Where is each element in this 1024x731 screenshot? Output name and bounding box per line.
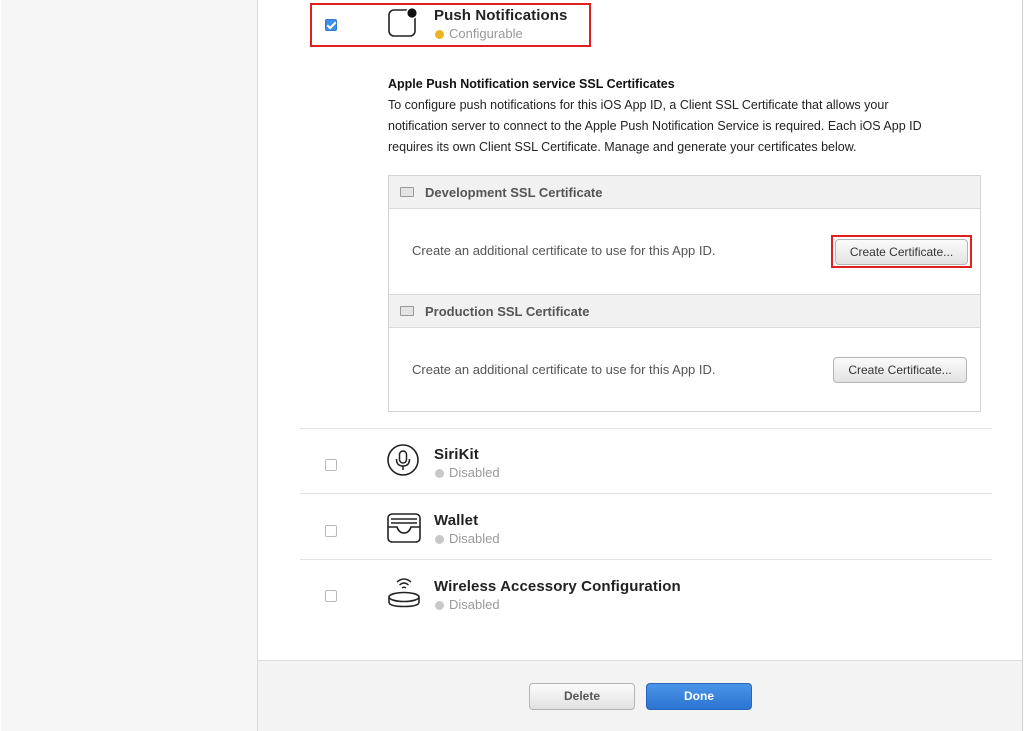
- footer-bar: Delete Done: [258, 660, 1022, 731]
- delete-button[interactable]: Delete: [529, 683, 635, 710]
- sidebar: [1, 0, 258, 731]
- certificate-icon: [400, 187, 414, 197]
- done-button[interactable]: Done: [646, 683, 752, 710]
- create-production-certificate-button[interactable]: Create Certificate...: [833, 357, 967, 383]
- push-notifications-checkbox[interactable]: [325, 19, 337, 31]
- microphone-icon: [387, 444, 419, 476]
- push-notifications-status: Configurable: [435, 26, 523, 41]
- push-notifications-icon: [388, 7, 418, 37]
- create-development-certificate-button[interactable]: Create Certificate...: [835, 239, 968, 265]
- sirikit-checkbox[interactable]: [325, 459, 337, 471]
- row-divider: [300, 428, 992, 429]
- wallet-status-label: Disabled: [449, 531, 500, 546]
- wireless-accessory-icon: [388, 578, 420, 608]
- row-divider: [300, 559, 992, 560]
- disabled-status-dot: [435, 601, 444, 610]
- apns-certificates-description: To configure push notifications for this…: [388, 98, 922, 154]
- development-certificate-text: Create an additional certificate to use …: [412, 243, 716, 258]
- disabled-status-dot: [435, 469, 444, 478]
- wallet-icon: [387, 513, 421, 543]
- configurable-status-dot: [435, 30, 444, 39]
- push-notifications-name: Push Notifications: [434, 7, 568, 24]
- sirikit-status: Disabled: [435, 465, 500, 480]
- wireless-status-label: Disabled: [449, 597, 500, 612]
- push-status-label: Configurable: [449, 26, 523, 41]
- ssl-certificates-panel: Development SSL Certificate Create an ad…: [388, 175, 981, 412]
- wireless-accessory-name: Wireless Accessory Configuration: [434, 578, 681, 595]
- development-certificate-header: Development SSL Certificate: [389, 176, 980, 209]
- production-certificate-header: Production SSL Certificate: [389, 294, 980, 328]
- wallet-status: Disabled: [435, 531, 500, 546]
- apns-certificates-title: Apple Push Notification service SSL Cert…: [388, 77, 675, 91]
- sirikit-status-label: Disabled: [449, 465, 500, 480]
- wireless-accessory-status: Disabled: [435, 597, 500, 612]
- wireless-accessory-checkbox[interactable]: [325, 590, 337, 602]
- development-certificate-title: Development SSL Certificate: [425, 185, 603, 200]
- disabled-status-dot: [435, 535, 444, 544]
- main-content: Push Notifications Configurable Apple Pu…: [258, 0, 1022, 660]
- production-certificate-text: Create an additional certificate to use …: [412, 362, 716, 377]
- certificate-icon: [400, 306, 414, 316]
- row-divider: [300, 493, 992, 494]
- production-certificate-title: Production SSL Certificate: [425, 304, 590, 319]
- sirikit-name: SiriKit: [434, 446, 479, 463]
- wallet-name: Wallet: [434, 512, 479, 529]
- wallet-checkbox[interactable]: [325, 525, 337, 537]
